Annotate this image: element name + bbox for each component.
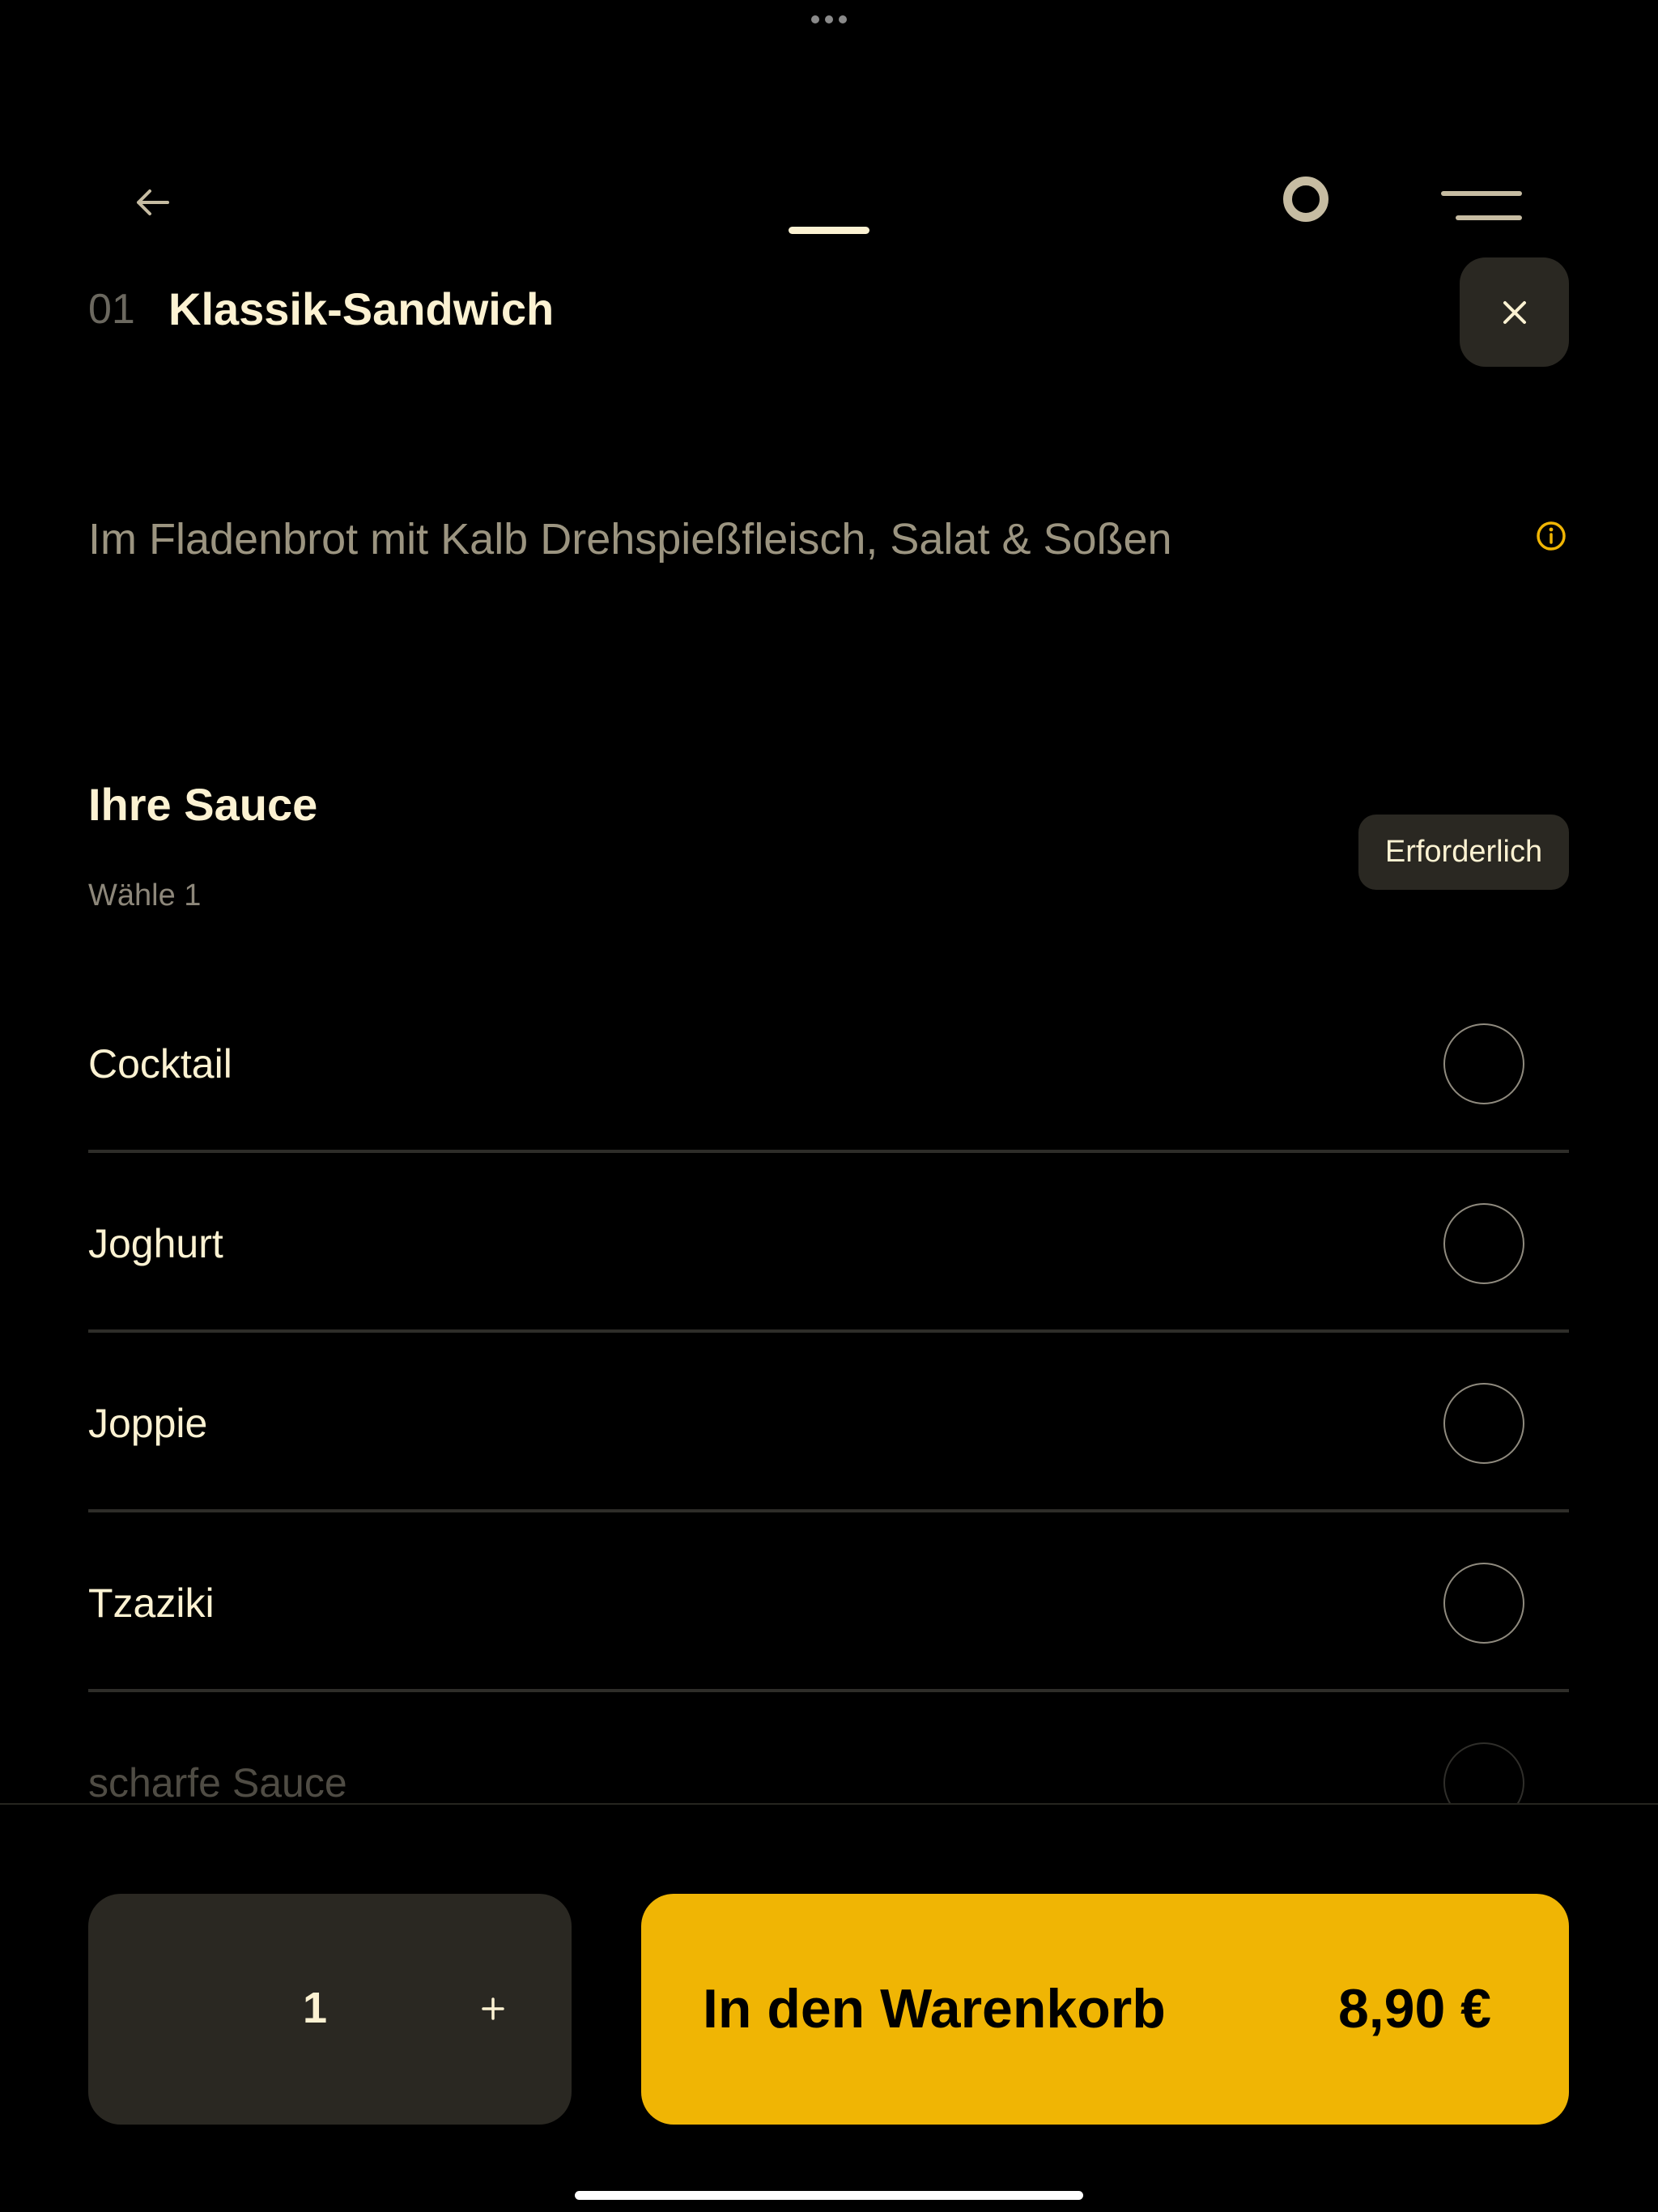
product-title: Klassik-Sandwich <box>168 283 555 334</box>
add-to-cart-label: In den Warenkorb <box>703 1978 1166 2040</box>
product-number: 01 <box>88 286 135 333</box>
menu-line <box>1441 191 1522 196</box>
radio-button[interactable] <box>1443 1563 1524 1644</box>
add-to-cart-button[interactable]: In den Warenkorb 8,90 € <box>641 1894 1569 2125</box>
option-label: Joghurt <box>88 1221 223 1266</box>
arrow-left-icon <box>137 189 169 215</box>
menu-icon[interactable] <box>1441 191 1522 220</box>
option-label: Tzaziki <box>88 1580 215 1626</box>
quantity-stepper[interactable]: 1 <box>88 1894 572 2125</box>
sauce-option[interactable]: Joppie <box>88 1333 1569 1512</box>
sauce-option[interactable]: Cocktail <box>88 973 1569 1153</box>
product-description: Im Fladenbrot mit Kalb Drehspießfleisch,… <box>88 515 1172 564</box>
bottom-action-bar: 1 In den Warenkorb 8,90 € <box>0 1803 1658 2212</box>
ring-icon[interactable] <box>1283 177 1329 222</box>
window-controls-dots[interactable] <box>811 15 847 24</box>
dot <box>825 15 833 23</box>
option-label: Joppie <box>88 1401 208 1446</box>
info-icon[interactable] <box>1535 520 1567 552</box>
sauce-option[interactable]: Joghurt <box>88 1153 1569 1333</box>
sheet-drag-handle[interactable] <box>789 227 869 234</box>
dot <box>811 15 819 23</box>
sauce-option[interactable]: Tzaziki <box>88 1512 1569 1692</box>
option-label: scharfe Sauce <box>88 1760 347 1806</box>
section-title: Ihre Sauce <box>88 779 318 830</box>
dot <box>839 15 847 23</box>
close-icon <box>1503 300 1526 324</box>
back-button[interactable] <box>130 180 175 225</box>
price: 8,90 € <box>1337 1978 1491 2040</box>
required-badge: Erforderlich <box>1358 815 1569 890</box>
home-indicator[interactable] <box>575 2191 1083 2200</box>
close-button[interactable] <box>1460 257 1569 367</box>
quantity-value: 1 <box>302 1984 328 2032</box>
radio-button[interactable] <box>1443 1023 1524 1104</box>
plus-icon <box>482 1997 504 2020</box>
radio-button[interactable] <box>1443 1383 1524 1464</box>
increment-button[interactable] <box>461 1981 525 2036</box>
section-subtitle: Wähle 1 <box>88 878 202 912</box>
radio-button[interactable] <box>1443 1203 1524 1284</box>
option-label: Cocktail <box>88 1041 232 1087</box>
menu-line <box>1456 215 1522 220</box>
sauce-options-list: Cocktail Joghurt Joppie Tzaziki scharfe … <box>88 973 1569 1872</box>
